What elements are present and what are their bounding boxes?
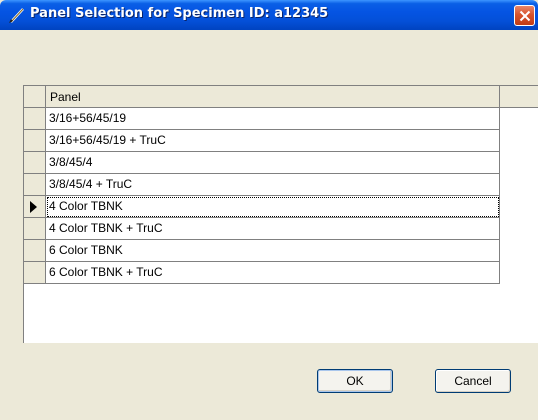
- row-selector[interactable]: [24, 108, 46, 130]
- title-bar[interactable]: Panel Selection for Specimen ID: a12345: [0, 0, 538, 30]
- table-row[interactable]: 3/16+56/45/19: [24, 108, 500, 130]
- panel-cell[interactable]: 4 Color TBNK: [46, 196, 500, 218]
- panel-cell[interactable]: 4 Color TBNK + TruC: [46, 218, 500, 240]
- close-button[interactable]: [514, 5, 535, 26]
- panel-selection-dialog: Panel Selection for Specimen ID: a12345 …: [0, 0, 538, 420]
- panel-grid[interactable]: Panel 3/16+56/45/19 3/16+56/45/19 + TruC…: [23, 85, 538, 343]
- panel-cell[interactable]: 3/16+56/45/19 + TruC: [46, 130, 500, 152]
- column-header-panel[interactable]: Panel: [46, 86, 500, 108]
- panel-cell[interactable]: 3/8/45/4: [46, 152, 500, 174]
- panel-cell[interactable]: 3/16+56/45/19: [46, 108, 500, 130]
- table-row[interactable]: 3/8/45/4 + TruC: [24, 174, 500, 196]
- table-row[interactable]: 6 Color TBNK + TruC: [24, 262, 500, 284]
- table-row[interactable]: 6 Color TBNK: [24, 240, 500, 262]
- row-selector[interactable]: [24, 130, 46, 152]
- row-selector[interactable]: [24, 262, 46, 284]
- row-selector-header[interactable]: [24, 86, 46, 108]
- panel-cell[interactable]: 3/8/45/4 + TruC: [46, 174, 500, 196]
- row-selector[interactable]: [24, 152, 46, 174]
- row-selector-current[interactable]: [24, 196, 46, 218]
- panel-cell[interactable]: 6 Color TBNK + TruC: [46, 262, 500, 284]
- window-title: Panel Selection for Specimen ID: a12345: [30, 6, 329, 21]
- table-row[interactable]: 4 Color TBNK + TruC: [24, 218, 500, 240]
- cancel-button[interactable]: Cancel: [435, 369, 511, 393]
- pen-icon: [8, 6, 26, 24]
- panel-cell[interactable]: 6 Color TBNK: [46, 240, 500, 262]
- row-selector[interactable]: [24, 174, 46, 196]
- table-row[interactable]: 3/16+56/45/19 + TruC: [24, 130, 500, 152]
- row-selector[interactable]: [24, 218, 46, 240]
- table-row[interactable]: 3/8/45/4: [24, 152, 500, 174]
- ok-button[interactable]: OK: [317, 369, 393, 393]
- close-icon: [519, 10, 531, 22]
- row-selector[interactable]: [24, 240, 46, 262]
- table-row-current[interactable]: 4 Color TBNK: [24, 196, 500, 218]
- column-header-filler: [500, 86, 538, 108]
- grid-header-row: Panel: [24, 86, 538, 108]
- current-row-arrow-icon: [30, 201, 37, 213]
